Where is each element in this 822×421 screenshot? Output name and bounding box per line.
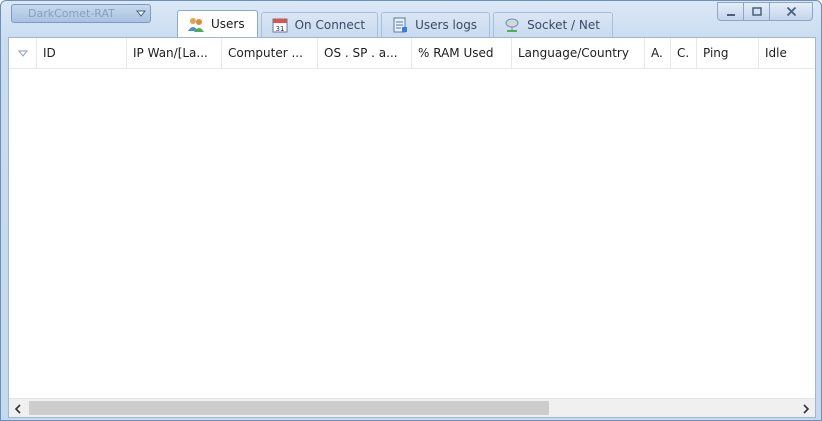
column-header-ip[interactable]: IP Wan/[La...	[127, 38, 222, 68]
column-header-computer[interactable]: Computer ...	[222, 38, 318, 68]
tab-users-label: Users	[211, 17, 245, 31]
window-controls	[717, 2, 813, 21]
column-header-ping[interactable]: Ping	[697, 38, 759, 68]
tab-on-connect-label: On Connect	[294, 18, 366, 32]
sort-arrow-icon	[17, 46, 28, 60]
tab-users[interactable]: Users	[177, 10, 258, 37]
chevron-left-icon	[14, 399, 22, 418]
users-icon	[188, 16, 204, 32]
minimize-button[interactable]	[717, 2, 744, 21]
column-header-idle[interactable]: Idle	[759, 38, 815, 68]
column-header-id[interactable]: ID	[37, 38, 127, 68]
column-header-language[interactable]: Language/Country	[512, 38, 645, 68]
users-list[interactable]: ID IP Wan/[La... Computer ... OS . SP . …	[8, 37, 816, 418]
maximize-icon	[751, 2, 762, 21]
column-header-ram[interactable]: % RAM Used	[412, 38, 512, 68]
scroll-right-button[interactable]	[797, 399, 815, 417]
scrollbar-track[interactable]	[27, 399, 797, 417]
close-button[interactable]	[769, 2, 813, 21]
calendar-icon: 31	[272, 17, 288, 33]
tab-users-logs[interactable]: Users logs	[381, 12, 491, 37]
tab-socket-net-label: Socket / Net	[527, 18, 600, 32]
sort-column-header[interactable]	[9, 38, 37, 68]
tab-socket-net[interactable]: Socket / Net	[493, 12, 613, 37]
chevron-right-icon	[802, 399, 810, 418]
app-menu-label: DarkComet-RAT	[28, 7, 115, 20]
horizontal-scrollbar[interactable]	[9, 398, 815, 417]
network-icon	[504, 17, 520, 33]
main-window: DarkComet-RAT Users 31 On Connect Users …	[0, 0, 822, 421]
chevron-down-icon	[132, 10, 150, 17]
close-icon	[786, 2, 797, 21]
column-header-os[interactable]: OS . SP . a...	[318, 38, 412, 68]
log-icon	[392, 17, 408, 33]
tab-users-logs-label: Users logs	[415, 18, 478, 32]
list-header: ID IP Wan/[La... Computer ... OS . SP . …	[9, 38, 815, 69]
minimize-icon	[726, 2, 736, 21]
app-menu-button[interactable]: DarkComet-RAT	[11, 4, 151, 23]
column-header-a[interactable]: A.	[645, 38, 671, 68]
tab-bar: Users 31 On Connect Users logs Socket / …	[177, 10, 616, 37]
scrollbar-thumb[interactable]	[29, 401, 549, 415]
maximize-button[interactable]	[743, 2, 770, 21]
scroll-left-button[interactable]	[9, 399, 27, 417]
calendar-day-text: 31	[275, 25, 284, 33]
tab-on-connect[interactable]: 31 On Connect	[260, 12, 379, 37]
column-header-c[interactable]: C.	[671, 38, 697, 68]
